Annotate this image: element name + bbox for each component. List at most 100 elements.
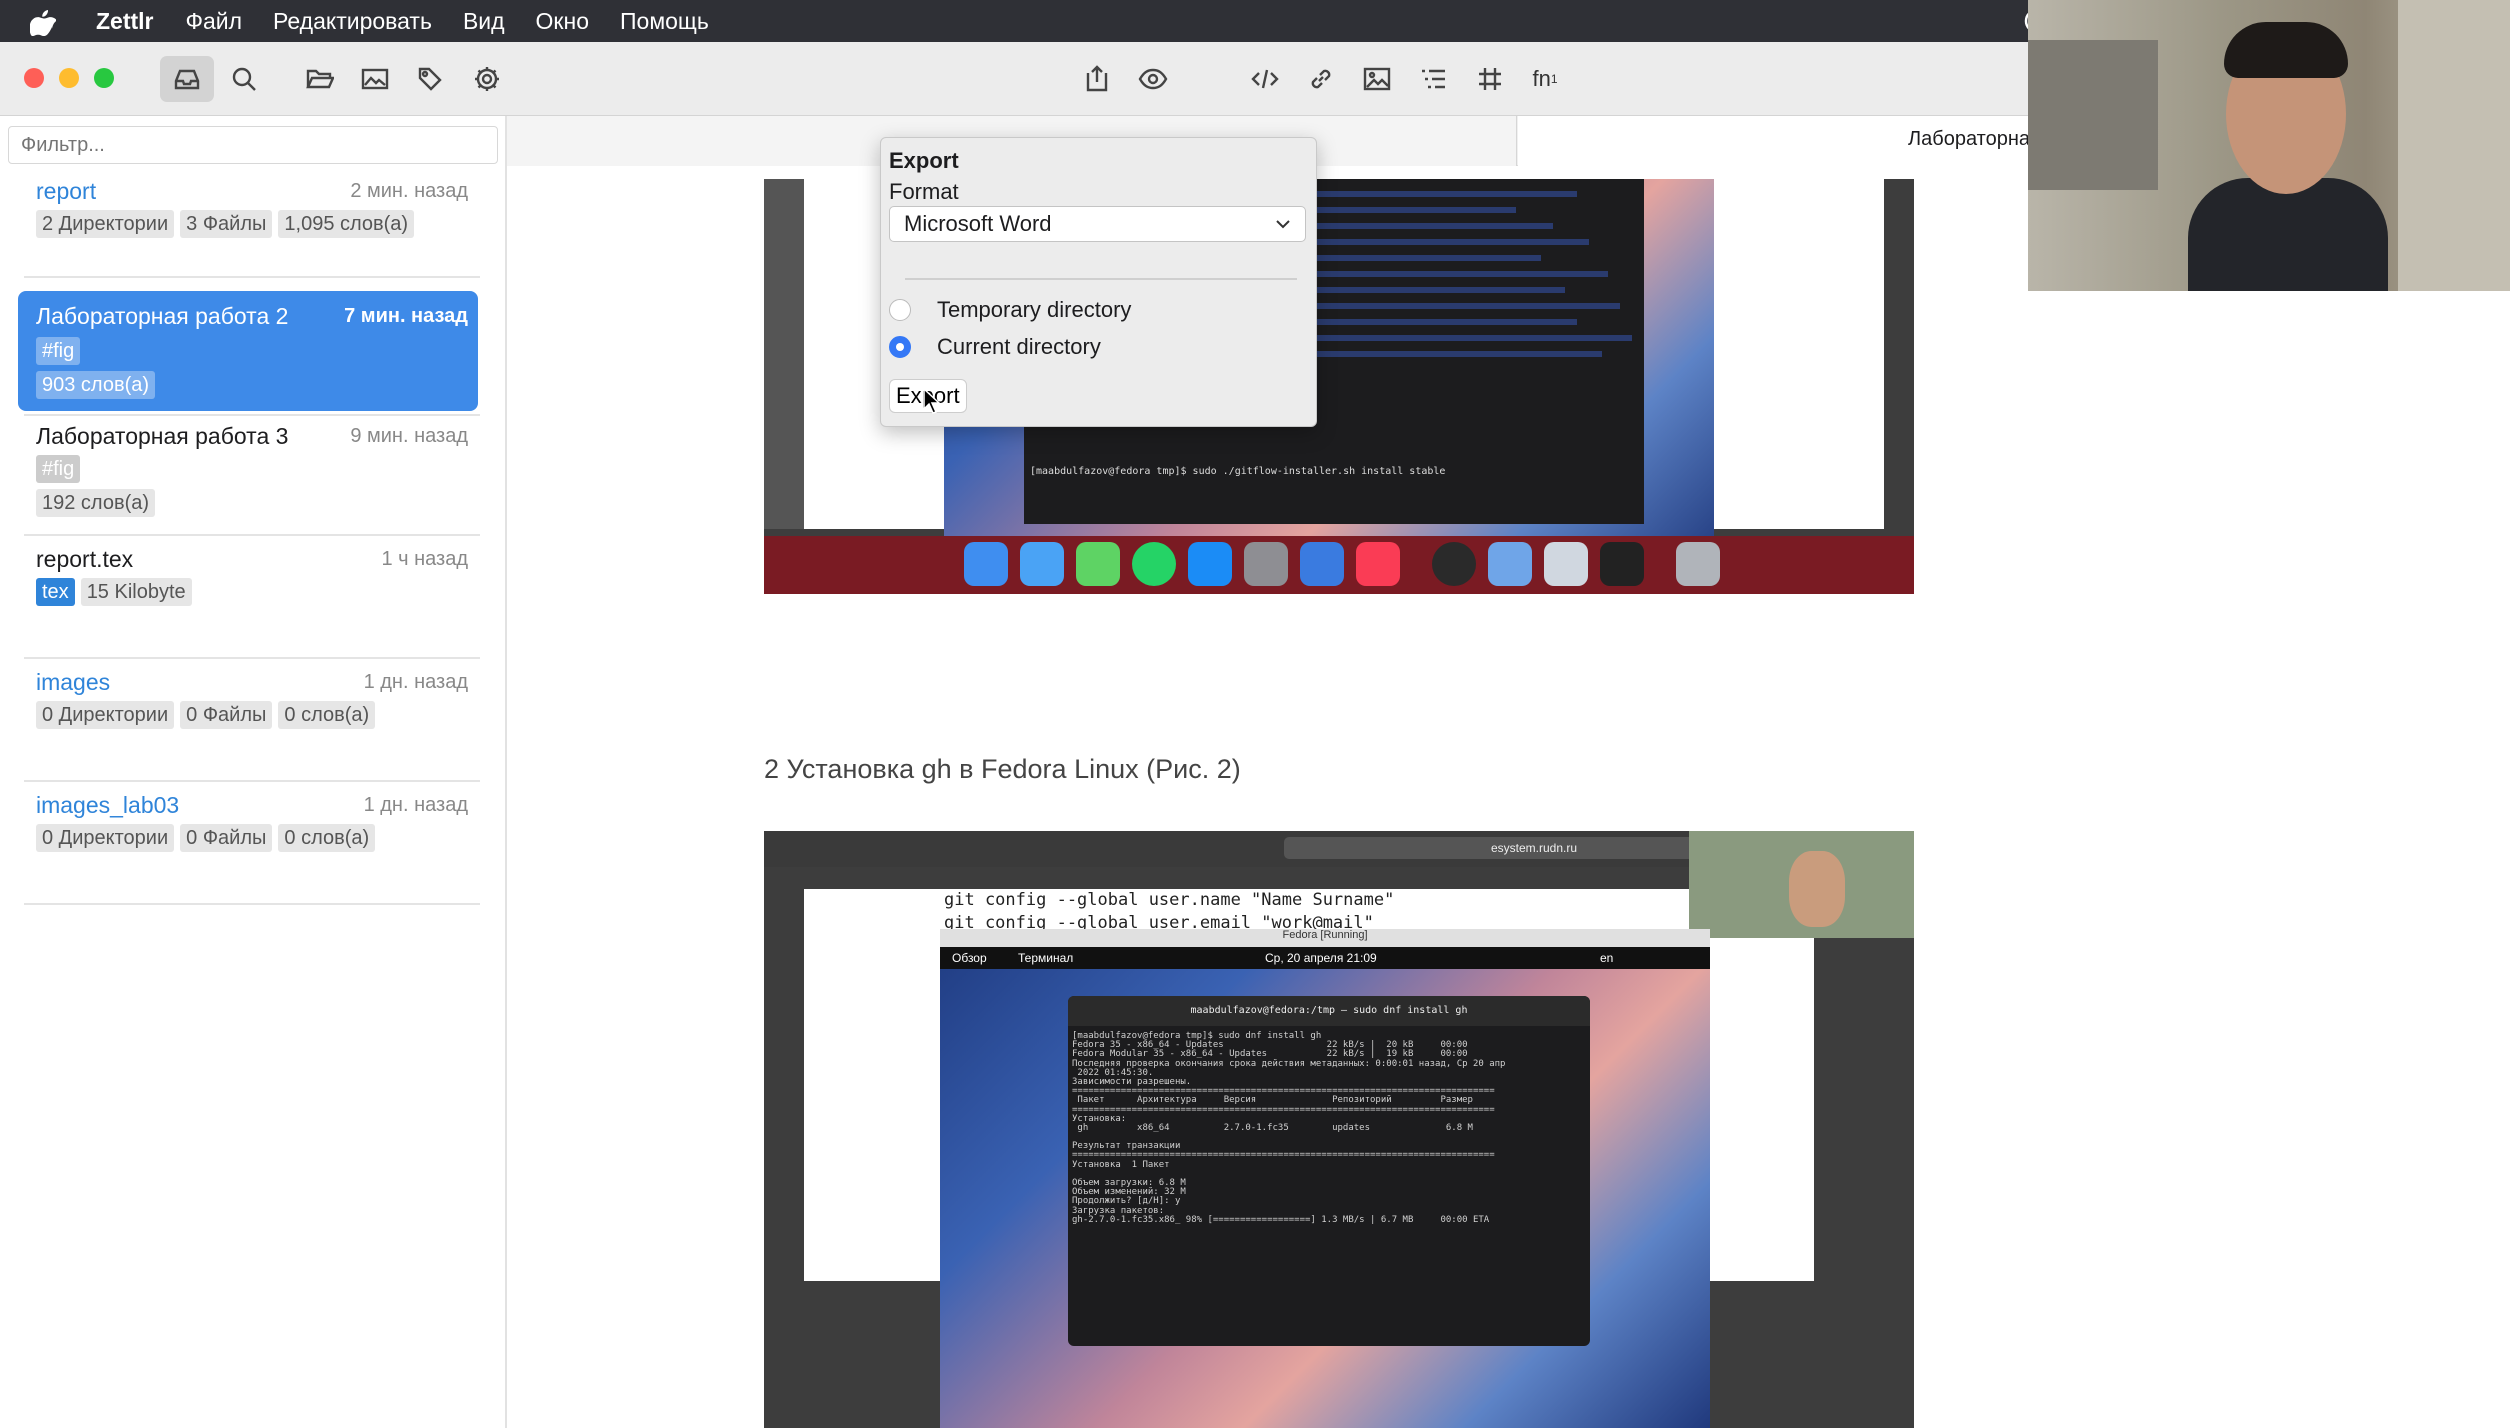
- file-item-images[interactable]: images 1 дн. назад 0 Директории 0 Файлы …: [18, 669, 478, 739]
- music-icon[interactable]: [1356, 542, 1400, 586]
- export-icon[interactable]: [1070, 56, 1124, 102]
- menu-file[interactable]: Файл: [186, 8, 243, 35]
- file-sidebar: report 2 мин. назад 2 Директории 3 Файлы…: [0, 116, 507, 1428]
- divider: [24, 414, 480, 416]
- radio-label: Temporary directory: [937, 297, 1132, 322]
- tag: 903 слов(а): [36, 371, 156, 399]
- file-name: images_lab03: [36, 792, 180, 818]
- tag-icon[interactable]: [403, 56, 457, 102]
- file-manager-icon[interactable]: [160, 56, 214, 102]
- menu-window[interactable]: Окно: [536, 8, 589, 35]
- gnome-clock: Ср, 20 апреля 21:09: [1265, 951, 1377, 965]
- list-icon[interactable]: [1406, 56, 1460, 102]
- file-name: report.tex: [36, 546, 134, 572]
- webcam-inset: [1689, 831, 1914, 938]
- tag: #fig: [36, 455, 81, 483]
- file-tags: #fig 192 слов(а): [36, 455, 176, 517]
- safari-icon[interactable]: [1020, 542, 1064, 586]
- table-icon[interactable]: [1463, 56, 1517, 102]
- file-item-images-lab03[interactable]: images_lab03 1 дн. назад 0 Директории 0 …: [18, 792, 478, 862]
- file-tags: 0 Директории 0 Файлы 0 слов(а): [36, 701, 456, 729]
- divider: [24, 276, 480, 278]
- divider: [24, 780, 480, 782]
- radio-dot[interactable]: [889, 299, 911, 321]
- file-item-report[interactable]: report 2 мин. назад 2 Директории 3 Файлы…: [18, 178, 478, 248]
- radio-dot-selected[interactable]: [889, 336, 911, 358]
- app-store-icon[interactable]: [1188, 542, 1232, 586]
- code-icon[interactable]: [1238, 56, 1292, 102]
- divider: [905, 278, 1297, 280]
- tag: 0 Файлы: [180, 824, 273, 852]
- tag: 1,095 слов(а): [278, 210, 415, 238]
- link-icon[interactable]: [1294, 56, 1348, 102]
- activities-label[interactable]: Обзор: [952, 951, 987, 965]
- terminal-line: Установка 1 Пакет: [1072, 1159, 1170, 1170]
- format-select[interactable]: Microsoft Word: [889, 206, 1306, 242]
- file-item-lab2-selected[interactable]: Лабораторная работа 2 7 мин. назад #fig …: [18, 291, 478, 411]
- file-name: Лабораторная работа 2: [36, 303, 289, 329]
- gnome-topbar: Обзор Терминал Ср, 20 апреля 21:09 en: [940, 947, 1710, 969]
- menu-help[interactable]: Помощь: [620, 8, 709, 35]
- terminal-prompt: [maabdulfazov@fedora tmp]$ sudo ./gitflo…: [1030, 466, 1446, 477]
- file-time: 7 мин. назад: [344, 305, 468, 327]
- tab-document-2[interactable]: Лабораторна: [1518, 116, 2030, 166]
- terminal-line: gh-2.7.0-1.fc35.x86_ 98% [==============…: [1072, 1214, 1490, 1225]
- preview-dock-icon[interactable]: [1544, 542, 1588, 586]
- close-window-button[interactable]: [24, 68, 44, 88]
- tag: 0 слов(а): [278, 701, 376, 729]
- system-preferences-icon[interactable]: [1244, 542, 1288, 586]
- file-time: 2 мин. назад: [350, 180, 468, 202]
- pdf-sidebar-strip: [764, 179, 804, 529]
- preview-eye-icon[interactable]: [1126, 56, 1180, 102]
- insert-image-icon[interactable]: [1350, 56, 1404, 102]
- file-tags: 0 Директории 0 Файлы 0 слов(а): [36, 824, 456, 852]
- terminal-line: ========================================…: [1072, 1104, 1495, 1115]
- lang-indicator: en: [1600, 951, 1614, 965]
- embedded-screenshot-2: esystem.rudn.ru git config --global user…: [764, 831, 1914, 1428]
- file-time: 1 дн. назад: [363, 794, 468, 816]
- radio-current-directory[interactable]: Current directory: [889, 334, 1101, 360]
- file-item-lab3[interactable]: Лабораторная работа 3 9 мин. назад #fig …: [18, 423, 478, 533]
- filter-input[interactable]: [8, 126, 498, 164]
- xcode-icon[interactable]: [1300, 542, 1344, 586]
- footnote-icon[interactable]: fn 1: [1518, 56, 1572, 102]
- terminal-titlebar: maabdulfazov@fedora:/tmp — sudo dnf inst…: [1068, 996, 1590, 1026]
- vm-titlebar: Fedora [Running]: [940, 929, 1710, 947]
- image-icon[interactable]: [348, 56, 402, 102]
- terminal-output: [maabdulfazov@fedora tmp]$ sudo dnf inst…: [1072, 1031, 1586, 1225]
- terminal-window-2: maabdulfazov@fedora:/tmp — sudo dnf inst…: [1068, 996, 1590, 1346]
- whatsapp-icon[interactable]: [1132, 542, 1176, 586]
- mouse-cursor-icon: [923, 388, 941, 414]
- gear-icon[interactable]: [460, 56, 514, 102]
- trash-icon[interactable]: [1676, 542, 1720, 586]
- minimize-window-button[interactable]: [59, 68, 79, 88]
- terminal-dock-icon[interactable]: [1600, 542, 1644, 586]
- virtualbox-icon[interactable]: [1488, 542, 1532, 586]
- open-folder-icon[interactable]: [293, 56, 347, 102]
- divider: [24, 534, 480, 536]
- file-time: 9 мин. назад: [350, 425, 468, 447]
- export-title: Export: [889, 148, 959, 173]
- zoom-window-button[interactable]: [94, 68, 114, 88]
- finder-icon[interactable]: [964, 542, 1008, 586]
- radio-temporary-directory[interactable]: Temporary directory: [889, 297, 1131, 323]
- tag: 3 Файлы: [180, 210, 273, 238]
- screen: Zettlr Файл Редактировать Вид Окно Помощ…: [0, 0, 2510, 1428]
- search-icon[interactable]: [217, 56, 271, 102]
- menu-edit[interactable]: Редактировать: [273, 8, 432, 35]
- section-heading: 2 Установка gh в Fedora Linux (Рис. 2): [764, 754, 1241, 784]
- file-item-report-tex[interactable]: report.tex 1 ч назад tex 15 Kilobyte: [18, 546, 478, 616]
- terminal-line: gh x86_64 2.7.0-1.fc35 updates 6.8 M: [1072, 1122, 1473, 1133]
- webcam-overlay: [2028, 0, 2510, 291]
- divider: [24, 903, 480, 905]
- apple-icon[interactable]: [30, 6, 74, 36]
- messages-icon[interactable]: [1076, 542, 1120, 586]
- creative-cloud-dock-icon[interactable]: [1432, 542, 1476, 586]
- dock: [764, 536, 1914, 594]
- chevron-down-icon: [1276, 220, 1290, 229]
- file-tags: 2 Директории 3 Файлы 1,095 слов(а): [36, 210, 456, 238]
- file-name: Лабораторная работа 3: [36, 423, 289, 449]
- app-menu-zettlr[interactable]: Zettlr: [96, 8, 154, 35]
- menu-view[interactable]: Вид: [463, 8, 505, 35]
- tag: 0 Директории: [36, 824, 175, 852]
